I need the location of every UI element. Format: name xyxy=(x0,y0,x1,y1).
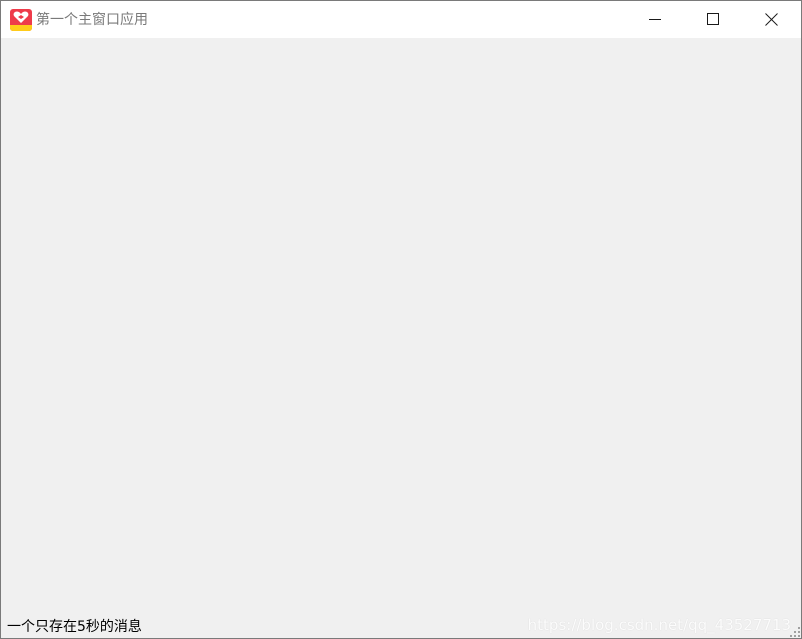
status-message: 一个只存在5秒的消息 xyxy=(7,619,142,635)
maximize-button[interactable] xyxy=(684,1,742,38)
main-window: 第一个主窗口应用 一个只存在5秒的消息 https://blog.csdn.ne… xyxy=(0,0,802,639)
status-bar: 一个只存在5秒的消息 https://blog.csdn.net/qq_4352… xyxy=(1,616,801,638)
minimize-button[interactable] xyxy=(626,1,684,38)
size-grip-icon[interactable] xyxy=(790,627,800,637)
title-bar[interactable]: 第一个主窗口应用 xyxy=(1,1,801,38)
minimize-icon xyxy=(649,19,661,20)
watermark-text: https://blog.csdn.net/qq_43527713 xyxy=(527,616,791,634)
icon-band xyxy=(10,25,32,31)
maximize-icon xyxy=(707,13,719,25)
central-widget xyxy=(1,38,801,616)
close-icon xyxy=(765,13,778,26)
close-button[interactable] xyxy=(742,1,800,38)
heart-icon xyxy=(13,11,29,23)
app-logo-icon xyxy=(10,9,32,31)
window-title: 第一个主窗口应用 xyxy=(36,12,148,28)
